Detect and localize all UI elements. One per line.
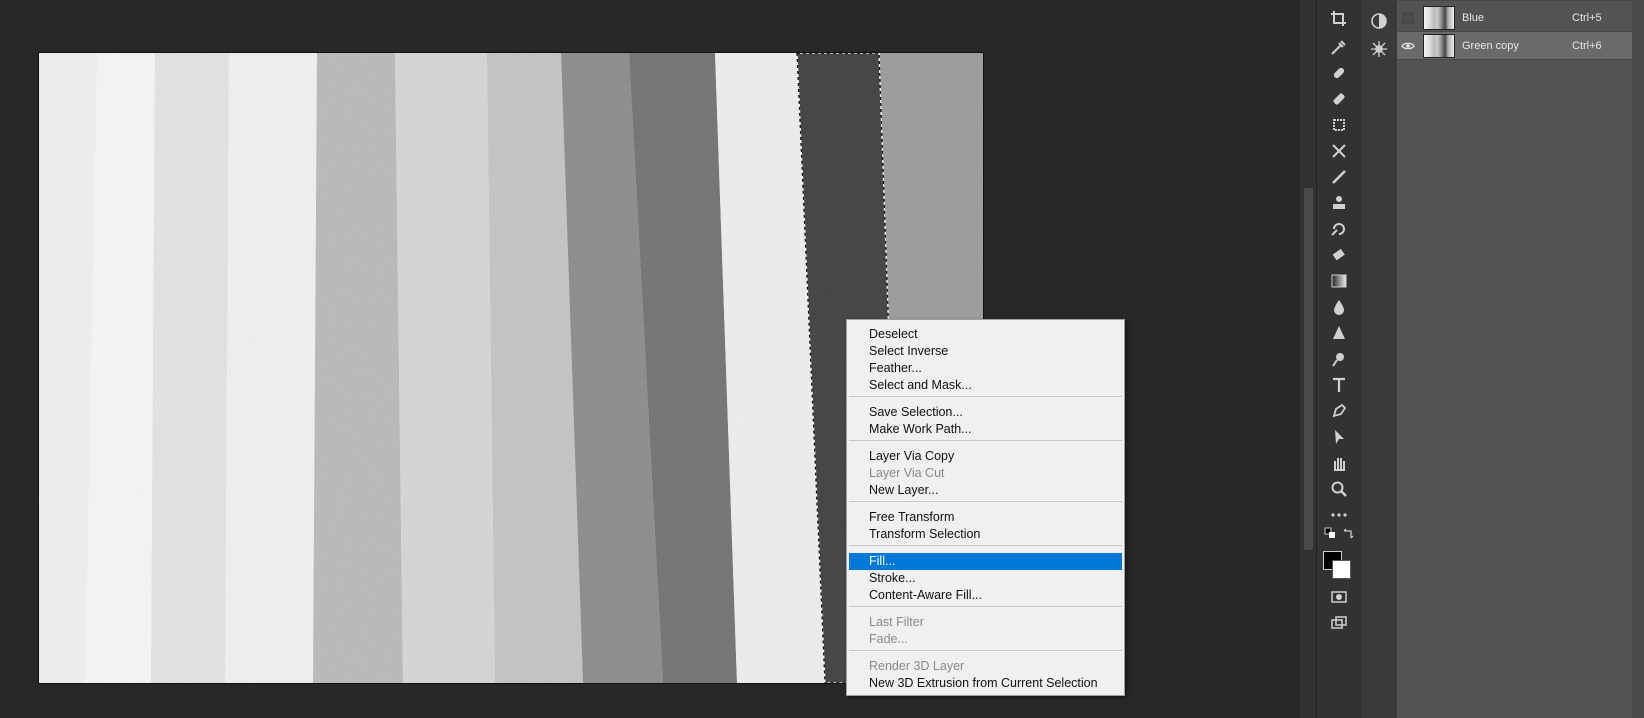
vertical-scrollbar[interactable] — [1300, 0, 1316, 718]
layer-shortcut: Ctrl+6 — [1572, 39, 1602, 52]
eye-icon — [1401, 42, 1415, 49]
menu-separator — [849, 650, 1122, 651]
history-brush-icon[interactable] — [1325, 218, 1353, 240]
layer-thumbnail — [1423, 5, 1455, 30]
menu-separator — [849, 545, 1122, 546]
spot-healing-icon[interactable] — [1325, 62, 1353, 84]
menu-item-stroke[interactable]: Stroke... — [849, 570, 1122, 587]
crop-icon[interactable] — [1325, 8, 1353, 30]
menu-item-transform-selection[interactable]: Transform Selection — [849, 526, 1122, 543]
layers-scrollbar[interactable] — [1632, 0, 1644, 718]
default-colors-icon[interactable] — [1323, 526, 1337, 540]
menu-item-deselect[interactable]: Deselect — [849, 326, 1122, 343]
menu-separator — [849, 440, 1122, 441]
blur-icon[interactable] — [1325, 296, 1353, 318]
menu-item-render-3d-layer: Render 3D Layer — [869, 659, 965, 673]
layer-thumbnail — [1423, 33, 1455, 58]
menu-item-layer-via-copy[interactable]: Layer Via Copy — [849, 448, 1122, 465]
adjustments-icon[interactable] — [1365, 10, 1393, 32]
quick-mask-icon[interactable] — [1325, 586, 1353, 608]
hand-icon[interactable] — [1325, 452, 1353, 474]
menu-item-content-aware-fill[interactable]: Content-Aware Fill... — [849, 587, 1122, 604]
visibility-toggle[interactable] — [1397, 11, 1419, 24]
menu-item-feather[interactable]: Feather... — [849, 360, 1122, 377]
menu-item-layer-via-cut: Layer Via Cut — [869, 466, 945, 480]
zoom-icon[interactable] — [1325, 478, 1353, 500]
path-selection-icon[interactable] — [1325, 426, 1353, 448]
clone-stamp-icon[interactable] — [1325, 192, 1353, 214]
sharpen-icon[interactable] — [1325, 322, 1353, 344]
channels-icon[interactable] — [1365, 38, 1393, 60]
type-icon[interactable] — [1325, 374, 1353, 396]
document-canvas[interactable] — [38, 52, 984, 684]
layer-row-green-copy[interactable]: Green copy Ctrl+6 — [1397, 32, 1632, 60]
dodge-icon[interactable] — [1325, 348, 1353, 370]
patch-icon[interactable] — [1325, 114, 1353, 136]
scrollbar-thumb[interactable] — [1304, 188, 1313, 550]
menu-separator — [849, 501, 1122, 502]
layer-row-divider — [1397, 0, 1632, 1]
eyedropper-icon[interactable] — [1325, 36, 1353, 58]
brush-icon[interactable] — [1325, 166, 1353, 188]
menu-item-save-selection[interactable]: Save Selection... — [849, 404, 1122, 421]
layer-name: Green copy — [1462, 39, 1519, 52]
layer-name: Blue — [1462, 11, 1485, 24]
gradient-icon[interactable] — [1325, 270, 1353, 292]
menu-item-free-transform[interactable]: Free Transform — [849, 509, 1122, 526]
screen-mode-icon[interactable] — [1325, 612, 1353, 634]
layers-list: Blue Ctrl+5 Green copy Ctrl+6 — [1397, 0, 1632, 718]
layers-panel: Blue Ctrl+5 Green copy Ctrl+6 — [1397, 0, 1644, 718]
menu-item-make-work-path[interactable]: Make Work Path... — [849, 421, 1122, 438]
menu-item-new-3d-extrusion[interactable]: New 3D Extrusion from Current Selection — [849, 675, 1122, 692]
context-menu: Deselect Select Inverse Feather... Selec… — [846, 319, 1125, 696]
menu-item-new-layer[interactable]: New Layer... — [849, 482, 1122, 499]
panel-dock — [1361, 0, 1398, 718]
eraser-icon[interactable] — [1325, 244, 1353, 266]
background-color-swatch[interactable] — [1332, 560, 1351, 579]
more-tools-icon[interactable] — [1325, 504, 1353, 526]
tools-panel — [1316, 0, 1362, 718]
pen-icon[interactable] — [1325, 400, 1353, 422]
visibility-toggle[interactable] — [1397, 41, 1419, 51]
hidden-eye-icon — [1402, 11, 1414, 24]
menu-separator — [849, 606, 1122, 607]
menu-item-select-inverse[interactable]: Select Inverse — [849, 343, 1122, 360]
swap-colors-icon[interactable] — [1341, 526, 1355, 540]
menu-item-last-filter: Last Filter — [869, 615, 924, 629]
menu-item-fill[interactable]: Fill... — [849, 553, 1122, 570]
layer-shortcut: Ctrl+5 — [1572, 11, 1602, 24]
menu-item-fade: Fade... — [869, 632, 908, 646]
layer-row-blue[interactable]: Blue Ctrl+5 — [1397, 4, 1632, 32]
healing-brush-icon[interactable] — [1325, 88, 1353, 110]
content-aware-move-icon[interactable] — [1325, 140, 1353, 162]
menu-item-select-and-mask[interactable]: Select and Mask... — [849, 377, 1122, 394]
menu-separator — [849, 396, 1122, 397]
grayscale-image — [39, 53, 983, 683]
